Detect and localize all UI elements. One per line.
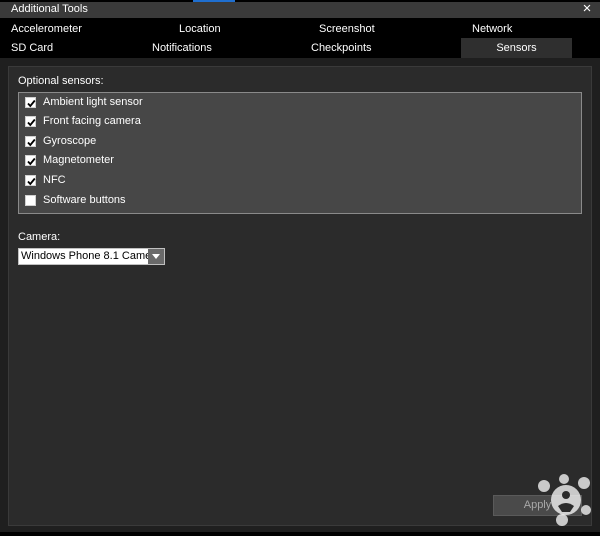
check-icon <box>27 157 36 166</box>
sensor-item-nfc[interactable]: NFC <box>25 173 325 189</box>
tab-accelerometer[interactable]: Accelerometer <box>11 19 82 39</box>
ambient-light-checkbox[interactable] <box>25 97 36 108</box>
camera-select-value: Windows Phone 8.1 Camera <box>21 250 162 262</box>
tab-notifications[interactable]: Notifications <box>152 38 212 58</box>
sensor-label: Gyroscope <box>43 135 97 147</box>
tab-sensors[interactable]: Sensors <box>461 38 572 58</box>
sensor-item-software-buttons[interactable]: Software buttons <box>25 193 325 209</box>
sensor-item-front-camera[interactable]: Front facing camera <box>25 114 325 130</box>
sensor-label: Ambient light sensor <box>43 96 143 108</box>
additional-tools-window: Additional Tools × Accelerometer Locatio… <box>0 0 600 536</box>
dropdown-button[interactable] <box>148 249 164 264</box>
check-icon <box>27 118 36 127</box>
optional-sensors-label: Optional sensors: <box>18 75 104 87</box>
front-camera-checkbox[interactable] <box>25 116 36 127</box>
sensor-label: Magnetometer <box>43 154 114 166</box>
sensor-label: Front facing camera <box>43 115 141 127</box>
sensors-panel: Optional sensors: Ambient light sensor F… <box>8 66 592 526</box>
magnetometer-checkbox[interactable] <box>25 155 36 166</box>
title-bar: Additional Tools × <box>0 1 600 18</box>
tab-network[interactable]: Network <box>472 19 512 39</box>
sensor-label: Software buttons <box>43 194 126 206</box>
sensor-label: NFC <box>43 174 66 186</box>
close-icon[interactable]: × <box>581 1 593 17</box>
software-buttons-checkbox[interactable] <box>25 195 36 206</box>
sensor-item-magnetometer[interactable]: Magnetometer <box>25 153 325 169</box>
tab-screenshot[interactable]: Screenshot <box>319 19 375 39</box>
camera-label: Camera: <box>18 231 61 243</box>
check-icon <box>27 177 36 186</box>
tab-location[interactable]: Location <box>179 19 221 39</box>
sensor-list: Ambient light sensor Front facing camera… <box>18 92 582 214</box>
gyroscope-checkbox[interactable] <box>25 136 36 147</box>
bottom-edge <box>0 532 600 536</box>
window-title: Additional Tools <box>11 3 88 15</box>
sensor-item-gyroscope[interactable]: Gyroscope <box>25 134 325 150</box>
check-icon <box>27 138 36 147</box>
tab-sd-card[interactable]: SD Card <box>11 38 53 58</box>
camera-select[interactable]: Windows Phone 8.1 Camera <box>18 248 165 265</box>
sensor-item-ambient-light[interactable]: Ambient light sensor <box>25 95 325 111</box>
nfc-checkbox[interactable] <box>25 175 36 186</box>
tab-checkpoints[interactable]: Checkpoints <box>311 38 372 58</box>
check-icon <box>27 99 36 108</box>
watermark-logo-icon <box>538 474 591 526</box>
chevron-down-icon <box>152 254 160 259</box>
tab-strip: Accelerometer Location Screenshot Networ… <box>0 18 600 58</box>
